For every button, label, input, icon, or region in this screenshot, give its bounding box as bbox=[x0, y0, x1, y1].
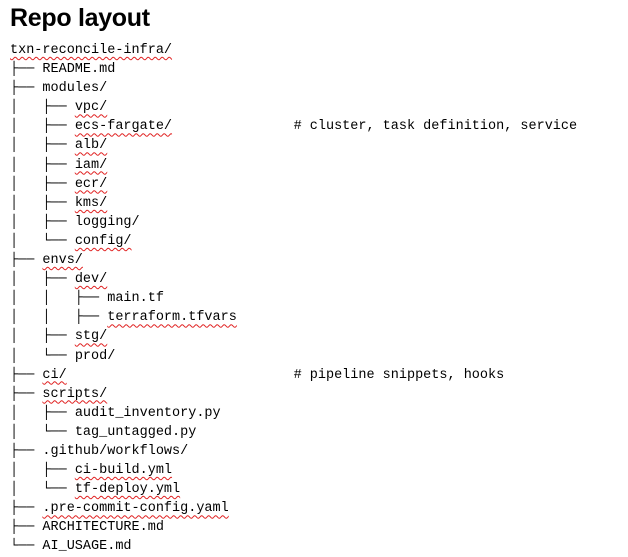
tree-branch: │ ├── bbox=[10, 405, 75, 421]
tree-entry-name: AI_USAGE.md bbox=[42, 539, 132, 555]
tree-line: │ └── config/ bbox=[10, 232, 577, 251]
tree-branch: │ ├── bbox=[10, 329, 75, 345]
tree-line: ├── ci/ # pipeline snippets, hooks bbox=[10, 366, 577, 385]
tree-branch: │ └── bbox=[10, 348, 75, 364]
tree-line: │ │ ├── terraform.tfvars bbox=[10, 308, 577, 327]
tree-branch: ├── bbox=[10, 520, 43, 536]
tree-entry-name: .pre-commit-config.yaml bbox=[42, 501, 229, 517]
tree-entry-name: iam/ bbox=[74, 157, 108, 173]
tree-entry-name: kms/ bbox=[74, 195, 108, 211]
tree-branch: ├── bbox=[10, 253, 43, 269]
tree-line: │ ├── kms/ bbox=[10, 194, 577, 213]
tree-branch: └── bbox=[10, 539, 43, 555]
tree-branch: │ └── bbox=[10, 424, 75, 440]
tree-branch: ├── bbox=[10, 386, 43, 402]
tree-line: │ ├── ci-build.yml bbox=[10, 461, 577, 480]
tree-entry-name: stg/ bbox=[74, 329, 108, 345]
tree-branch: │ ├── bbox=[10, 119, 75, 135]
tree-entry-name: .github/workflows/ bbox=[42, 443, 189, 459]
tree-entry-name: ci/ bbox=[42, 367, 67, 383]
tree-branch: ├── bbox=[10, 367, 43, 383]
tree-line: │ ├── ecs-fargate/ # cluster, task defin… bbox=[10, 117, 577, 136]
tree-entry-name: ecr/ bbox=[74, 176, 108, 192]
tree-branch: │ │ ├── bbox=[10, 310, 108, 326]
document-title: Repo layout bbox=[10, 4, 150, 32]
tree-line: │ ├── vpc/ bbox=[10, 98, 577, 117]
tree-comment: # pipeline snippets, hooks bbox=[293, 367, 505, 383]
tree-line: ├── scripts/ bbox=[10, 385, 577, 404]
tree-line: │ ├── dev/ bbox=[10, 270, 577, 289]
tree-branch: │ ├── bbox=[10, 272, 75, 288]
tree-line: │ ├── iam/ bbox=[10, 156, 577, 175]
tree-entry-name: logging/ bbox=[74, 214, 140, 230]
tree-line: txn-reconcile-infra/ bbox=[10, 41, 577, 60]
tree-entry-name: audit_inventory.py bbox=[74, 405, 221, 421]
tree-entry-name: alb/ bbox=[74, 138, 108, 154]
tree-line: ├── README.md bbox=[10, 60, 577, 79]
tree-entry-name: vpc/ bbox=[74, 100, 108, 116]
tree-line: │ ├── alb/ bbox=[10, 136, 577, 155]
tree-branch: │ │ ├── bbox=[10, 291, 108, 307]
tree-branch: ├── bbox=[10, 443, 43, 459]
tree-line: ├── modules/ bbox=[10, 79, 577, 98]
tree-entry-name: tag_untagged.py bbox=[74, 424, 197, 440]
tree-branch: │ ├── bbox=[10, 100, 75, 116]
tree-line: ├── .github/workflows/ bbox=[10, 442, 577, 461]
tree-line: │ └── tag_untagged.py bbox=[10, 423, 577, 442]
tree-entry-name: README.md bbox=[42, 62, 116, 78]
tree-entry-name: txn-reconcile-infra/ bbox=[10, 43, 173, 58]
tree-line: │ ├── audit_inventory.py bbox=[10, 404, 577, 423]
tree-line: │ ├── ecr/ bbox=[10, 175, 577, 194]
tree-entry-name: ecs-fargate/ bbox=[74, 119, 173, 135]
tree-line: │ ├── stg/ bbox=[10, 327, 577, 346]
tree-entry-name: prod/ bbox=[74, 348, 116, 364]
tree-branch: │ ├── bbox=[10, 157, 75, 173]
tree-entry-name: scripts/ bbox=[42, 386, 108, 402]
tree-entry-name: terraform.tfvars bbox=[107, 310, 237, 326]
tree-line: │ │ ├── main.tf bbox=[10, 289, 577, 308]
tree-branch: │ ├── bbox=[10, 463, 75, 479]
tree-line: │ ├── logging/ bbox=[10, 213, 577, 232]
tree-line: ├── ARCHITECTURE.md bbox=[10, 518, 577, 537]
tree-line: └── AI_USAGE.md bbox=[10, 537, 577, 556]
tree-branch: │ ├── bbox=[10, 138, 75, 154]
tree-branch: ├── bbox=[10, 501, 43, 517]
tree-entry-name: ARCHITECTURE.md bbox=[42, 520, 164, 536]
tree-entry-name: dev/ bbox=[74, 272, 108, 288]
tree-entry-name: envs/ bbox=[42, 253, 83, 269]
comment-padding bbox=[67, 368, 294, 383]
tree-entry-name: ci-build.yml bbox=[74, 463, 173, 479]
tree-line: │ └── tf-deploy.yml bbox=[10, 480, 577, 499]
tree-branch: │ └── bbox=[10, 482, 75, 498]
tree-branch: ├── bbox=[10, 62, 43, 78]
tree-line: ├── .pre-commit-config.yaml bbox=[10, 499, 577, 518]
directory-tree: txn-reconcile-infra/├── README.md ├── mod… bbox=[10, 41, 577, 557]
tree-entry-name: tf-deploy.yml bbox=[74, 482, 181, 498]
tree-entry-name: config/ bbox=[74, 233, 132, 249]
tree-line: ├── envs/ bbox=[10, 251, 577, 270]
tree-entry-name: main.tf bbox=[107, 291, 164, 307]
tree-entry-name: modules/ bbox=[42, 81, 108, 97]
tree-branch: │ ├── bbox=[10, 214, 75, 230]
comment-padding bbox=[172, 119, 294, 134]
tree-branch: │ ├── bbox=[10, 176, 75, 192]
tree-branch: ├── bbox=[10, 81, 43, 97]
tree-branch: │ └── bbox=[10, 233, 75, 249]
tree-branch: │ ├── bbox=[10, 195, 75, 211]
tree-comment: # cluster, task definition, service bbox=[293, 119, 578, 135]
tree-line: │ └── prod/ bbox=[10, 347, 577, 366]
